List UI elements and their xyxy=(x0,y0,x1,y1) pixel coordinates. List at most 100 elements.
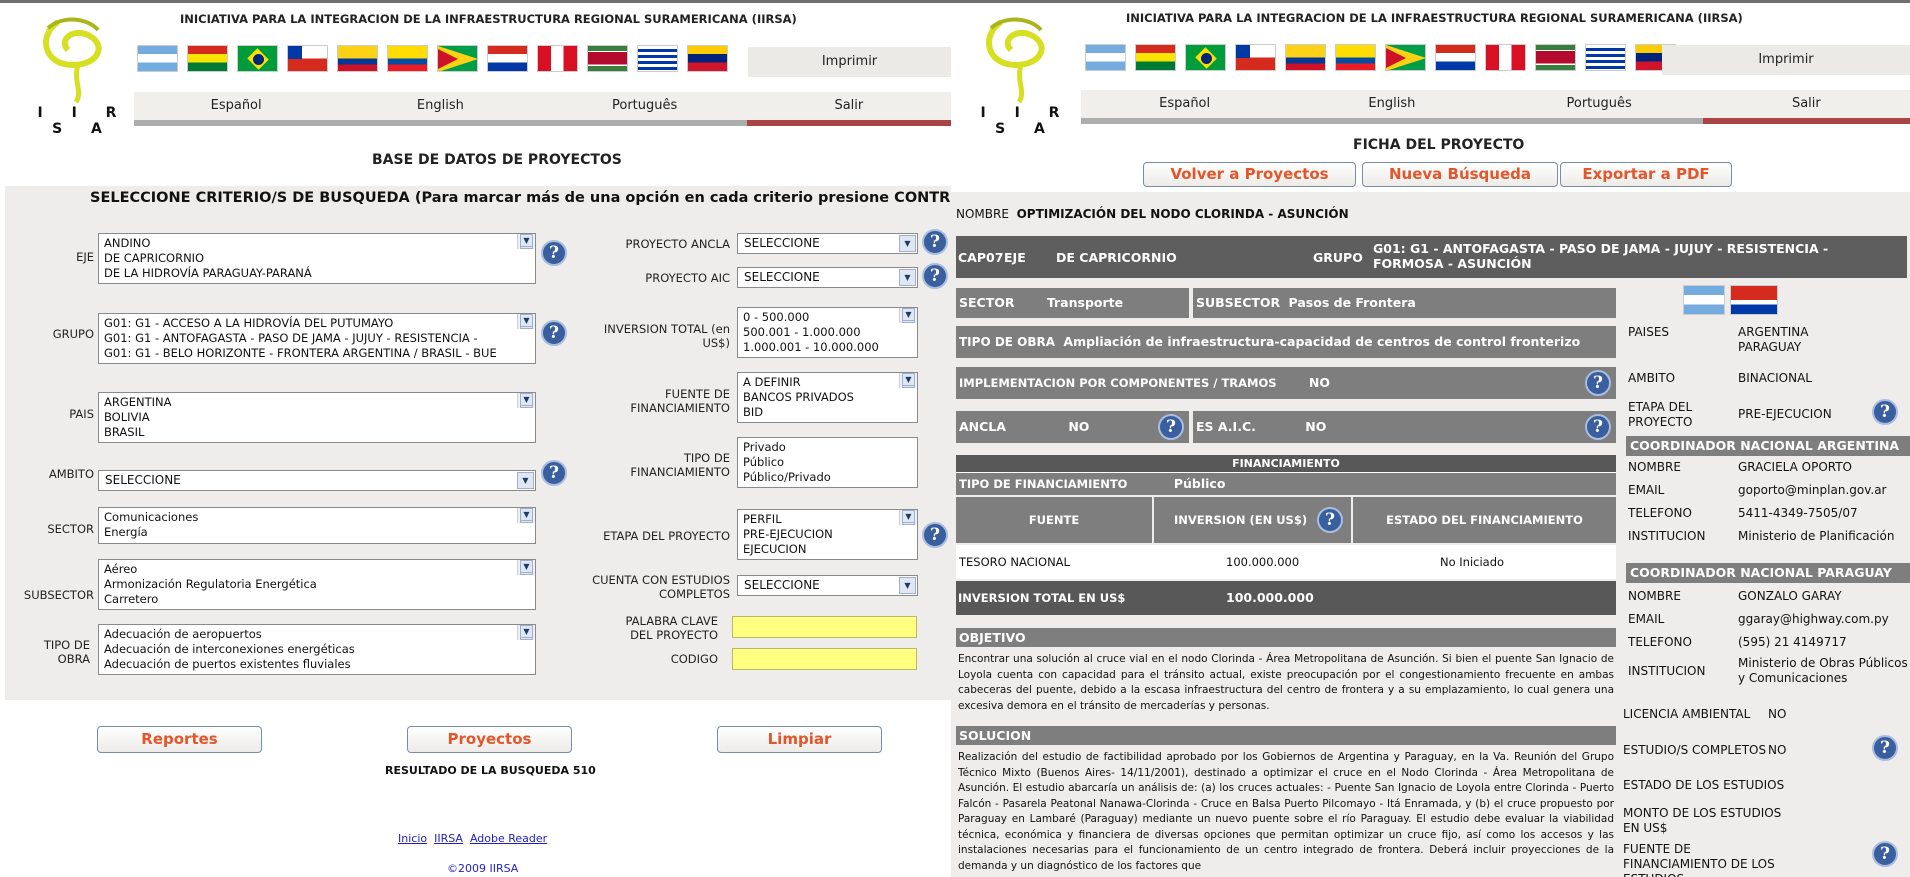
sector-listbox[interactable]: ComunicacionesEnergía ▲▼ xyxy=(98,507,536,544)
flag-ecuador-icon[interactable] xyxy=(387,45,428,72)
etapa-proyecto-listbox[interactable]: PERFILPRE-EJECUCIONEJECUCION ▲▼ xyxy=(737,509,918,560)
objetivo-header: OBJETIVO xyxy=(956,628,1616,647)
financiamiento-header: FINANCIAMIENTO xyxy=(956,455,1616,473)
estudios-completos-select[interactable]: SELECCIONE ▼ xyxy=(737,575,918,596)
aic-help-icon[interactable]: ? xyxy=(1585,414,1611,440)
coord-py-telefono: (595) 21 4149717 xyxy=(1738,635,1847,649)
proyectos-button[interactable]: Proyectos xyxy=(407,726,572,753)
tipo-financiamiento-listbox[interactable]: Privado Público Público/Privado xyxy=(737,437,918,488)
lang-english[interactable]: English xyxy=(1288,90,1496,124)
coord-py-header: COORDINADOR NACIONAL PARAGUAY xyxy=(1626,563,1910,583)
flag-chile-icon[interactable] xyxy=(287,45,328,72)
tipo-obra-listbox[interactable]: Adecuación de aeropuertos Adecuación de i… xyxy=(98,624,536,675)
ancla-help-icon[interactable]: ? xyxy=(1158,414,1184,440)
flag-suriname-icon[interactable] xyxy=(1535,44,1576,71)
flag-paraguay-icon[interactable] xyxy=(1435,44,1476,71)
exit-link[interactable]: Salir xyxy=(1702,90,1910,124)
flag-brazil-icon[interactable] xyxy=(237,45,278,72)
flag-chile-icon[interactable] xyxy=(1235,44,1276,71)
lang-espanol[interactable]: Español xyxy=(134,92,339,126)
volver-proyectos-button[interactable]: Volver a Proyectos xyxy=(1143,162,1356,187)
etapa-help-icon[interactable]: ? xyxy=(1872,399,1898,425)
coord-ar-email: goporto@minplan.gov.ar xyxy=(1738,483,1887,497)
implementacion-help-icon[interactable]: ? xyxy=(1585,370,1611,396)
subsector-listbox[interactable]: Aéreo Armonización Regulatoria Energética… xyxy=(98,559,536,610)
adobe-reader-link[interactable]: Adobe Reader xyxy=(470,832,547,845)
inversion-total-label: INVERSION TOTAL (en US$) xyxy=(603,322,730,350)
inversion-total-listbox[interactable]: 0 - 500.000 500.001 - 1.000.000 1.000.001 … xyxy=(737,307,918,358)
flag-uruguay-icon[interactable] xyxy=(637,45,678,72)
fuente-financiamiento-listbox[interactable]: A DEFINIRBANCOS PRIVADOSBID ▲▼ xyxy=(737,372,918,423)
flag-peru-icon[interactable] xyxy=(537,45,578,72)
flag-bolivia-icon[interactable] xyxy=(1135,44,1176,71)
tipo-obra-bar: TIPO DE OBRA Ampliación de infraestructu… xyxy=(956,326,1616,358)
estudios-help-icon[interactable]: ? xyxy=(1872,735,1898,761)
flag-peru-icon[interactable] xyxy=(1485,44,1526,71)
etapa-proyecto-label: ETAPA DEL PROYECTO xyxy=(603,529,730,543)
flag-suriname-icon[interactable] xyxy=(587,45,628,72)
palabra-clave-input[interactable] xyxy=(732,616,917,638)
estado-estudios-label: ESTADO DE LOS ESTUDIOS xyxy=(1623,778,1785,792)
print-button[interactable]: Imprimir xyxy=(1662,45,1910,75)
flag-brazil-icon[interactable] xyxy=(1185,44,1226,71)
col-fuente: FUENTE xyxy=(956,497,1152,543)
lang-espanol[interactable]: Español xyxy=(1081,90,1289,124)
window-top-border xyxy=(0,0,951,3)
flag-colombia-icon[interactable] xyxy=(1285,44,1326,71)
grupo-help-icon[interactable]: ? xyxy=(541,320,567,346)
coord-ar-institucion: Ministerio de Planificación xyxy=(1738,529,1895,543)
copyright: ©2009 IIRSA xyxy=(447,862,519,875)
lang-portugues[interactable]: Português xyxy=(1495,90,1703,124)
proyecto-ancla-help-icon[interactable]: ? xyxy=(922,229,948,255)
paraguay-flag-icon xyxy=(1730,285,1778,315)
iirsa-link[interactable]: IIRSA xyxy=(434,832,463,845)
pais-1: ARGENTINA xyxy=(1738,325,1809,339)
flag-venezuela-icon[interactable] xyxy=(687,45,728,72)
inicio-link[interactable]: Inicio xyxy=(398,832,427,845)
eje-help-icon[interactable]: ? xyxy=(541,240,567,266)
flag-ecuador-icon[interactable] xyxy=(1335,44,1376,71)
country-flags xyxy=(1085,44,1685,74)
lang-portugues[interactable]: Português xyxy=(542,92,747,126)
flag-colombia-icon[interactable] xyxy=(337,45,378,72)
result-count: RESULTADO DE LA BUSQUEDA 510 xyxy=(385,764,596,777)
flag-argentina-icon[interactable] xyxy=(1085,44,1126,71)
inversion-help-icon[interactable]: ? xyxy=(1317,507,1343,533)
ambito-select[interactable]: SELECCIONE ▼ xyxy=(98,470,536,491)
exit-link[interactable]: Salir xyxy=(746,92,951,126)
fuente-estudios-help-icon[interactable]: ? xyxy=(1872,841,1898,867)
ambito-help-icon[interactable]: ? xyxy=(541,460,567,486)
flag-uruguay-icon[interactable] xyxy=(1585,44,1626,71)
eje-listbox[interactable]: ANDINO DE CAPRICORNIO DE LA HIDROVÍA PARAG… xyxy=(98,233,536,284)
estudios-completos-label: CUENTA CON ESTUDIOS COMPLETOS xyxy=(592,573,730,601)
flag-bolivia-icon[interactable] xyxy=(187,45,228,72)
flag-argentina-icon[interactable] xyxy=(137,45,178,72)
coord-ar-header: COORDINADOR NACIONAL ARGENTINA xyxy=(1626,436,1910,456)
flag-guyana-icon[interactable] xyxy=(437,45,478,72)
flag-guyana-icon[interactable] xyxy=(1385,44,1426,71)
subsector-bar: SUBSECTOR Pasos de Frontera xyxy=(1193,288,1616,318)
pais-listbox[interactable]: ARGENTINABOLIVIABRASIL ▲▼ xyxy=(98,392,536,443)
coord-ar-telefono: 5411-4349-7505/07 xyxy=(1738,506,1858,520)
lang-english[interactable]: English xyxy=(338,92,543,126)
nueva-busqueda-button[interactable]: Nueva Búsqueda xyxy=(1362,162,1558,187)
flag-paraguay-icon[interactable] xyxy=(487,45,528,72)
grupo-label: GRUPO xyxy=(52,327,94,341)
proyecto-aic-select[interactable]: SELECCIONE ▼ xyxy=(737,267,918,288)
proyecto-ancla-label: PROYECTO ANCLA xyxy=(625,237,730,251)
print-button[interactable]: Imprimir xyxy=(748,47,951,77)
reportes-button[interactable]: Reportes xyxy=(97,726,262,753)
codigo-label: CODIGO xyxy=(670,652,718,666)
limpiar-button[interactable]: Limpiar xyxy=(717,726,882,753)
tipo-financiamiento-bar: TIPO DE FINANCIAMIENTO Público xyxy=(956,473,1616,495)
argentina-flag-icon xyxy=(1683,285,1725,315)
implementacion-bar: IMPLEMENTACION POR COMPONENTES / TRAMOS … xyxy=(956,367,1616,399)
codigo-input[interactable] xyxy=(732,648,917,670)
exportar-pdf-button[interactable]: Exportar a PDF xyxy=(1560,162,1732,187)
grupo-listbox[interactable]: G01: G1 - ACCESO A LA HIDROVÍA DEL PUTUM… xyxy=(98,313,536,364)
coord-py-institucion-label: INSTITUCION xyxy=(1628,664,1706,678)
licencia-value: NO xyxy=(1768,707,1787,721)
proyecto-ancla-select[interactable]: SELECCIONE ▼ xyxy=(737,233,918,254)
proyecto-aic-help-icon[interactable]: ? xyxy=(922,263,948,289)
etapa-proyecto-help-icon[interactable]: ? xyxy=(922,522,948,548)
